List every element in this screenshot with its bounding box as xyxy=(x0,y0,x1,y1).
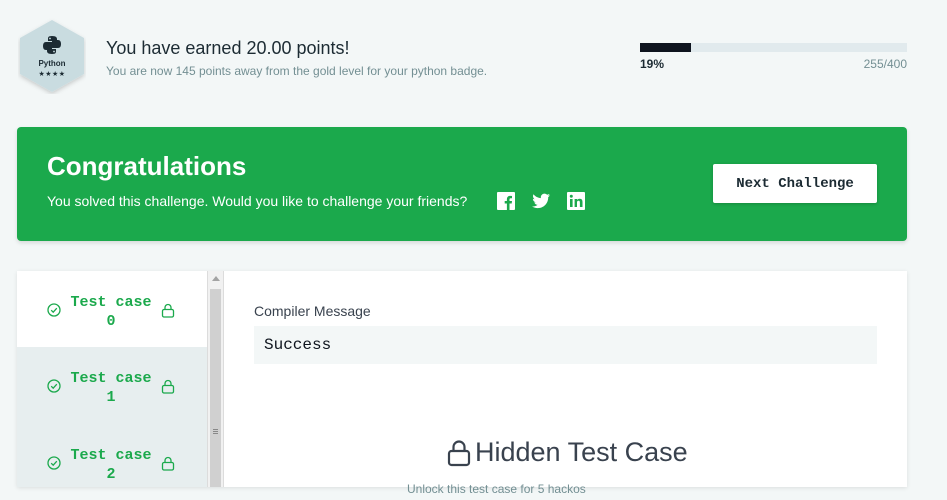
linkedin-icon[interactable] xyxy=(566,191,586,211)
points-earned-title: You have earned 20.00 points! xyxy=(106,38,350,58)
scrollbar-thumb[interactable] xyxy=(210,289,221,487)
unlock-test-case-text[interactable]: Unlock this test case for 5 hackos xyxy=(407,482,586,496)
badge-progress-fill xyxy=(640,43,691,52)
compiler-message-value: Success xyxy=(264,336,332,354)
congratulations-banner: Congratulations You solved this challeng… xyxy=(17,127,907,241)
test-case-tab-1[interactable]: Test case 1 xyxy=(17,347,207,423)
test-case-panel: Test case 0 Test case 1 Test case 2 Comp… xyxy=(17,271,907,496)
test-case-tab-2[interactable]: Test case 2 xyxy=(17,424,207,500)
scrollbar-grip-icon xyxy=(213,429,218,430)
python-badge: Python ★★★★ xyxy=(18,18,86,94)
scroll-up-arrow-icon[interactable] xyxy=(212,276,220,281)
test-case-tab-0[interactable]: Test case 0 xyxy=(17,271,207,347)
compiler-message-box: Success xyxy=(254,326,877,364)
facebook-icon[interactable] xyxy=(496,191,516,211)
badge-progress-bar xyxy=(640,43,907,52)
test-case-scrollbar[interactable] xyxy=(207,271,224,487)
progress-percent: 19% xyxy=(640,57,665,71)
lock-icon xyxy=(161,456,175,471)
hidden-test-case-title: Hidden Test Case xyxy=(475,437,688,467)
test-case-label: Test case 0 xyxy=(70,294,152,330)
test-case-list: Test case 0 Test case 1 Test case 2 xyxy=(17,271,207,487)
check-circle-icon xyxy=(47,456,61,470)
banner-title: Congratulations xyxy=(47,151,247,181)
banner-message: You solved this challenge. Would you lik… xyxy=(47,193,468,209)
points-earned-subtitle: You are now 145 points away from the gol… xyxy=(106,64,488,78)
next-challenge-button[interactable]: Next Challenge xyxy=(713,164,877,203)
badge-name: Python xyxy=(38,59,66,68)
lock-icon xyxy=(447,440,471,467)
badge-hexagon-icon xyxy=(20,20,84,92)
lock-icon xyxy=(161,303,175,318)
check-circle-icon xyxy=(47,303,61,317)
test-case-label: Test case 1 xyxy=(70,370,152,406)
twitter-icon[interactable] xyxy=(531,191,551,211)
test-case-label: Test case 2 xyxy=(70,447,152,483)
lock-icon xyxy=(161,379,175,394)
python-logo-icon xyxy=(43,36,61,54)
progress-count: 255/400 xyxy=(863,57,907,71)
check-circle-icon xyxy=(47,379,61,393)
badge-stars: ★★★★ xyxy=(38,71,66,78)
compiler-message-label: Compiler Message xyxy=(254,303,371,319)
